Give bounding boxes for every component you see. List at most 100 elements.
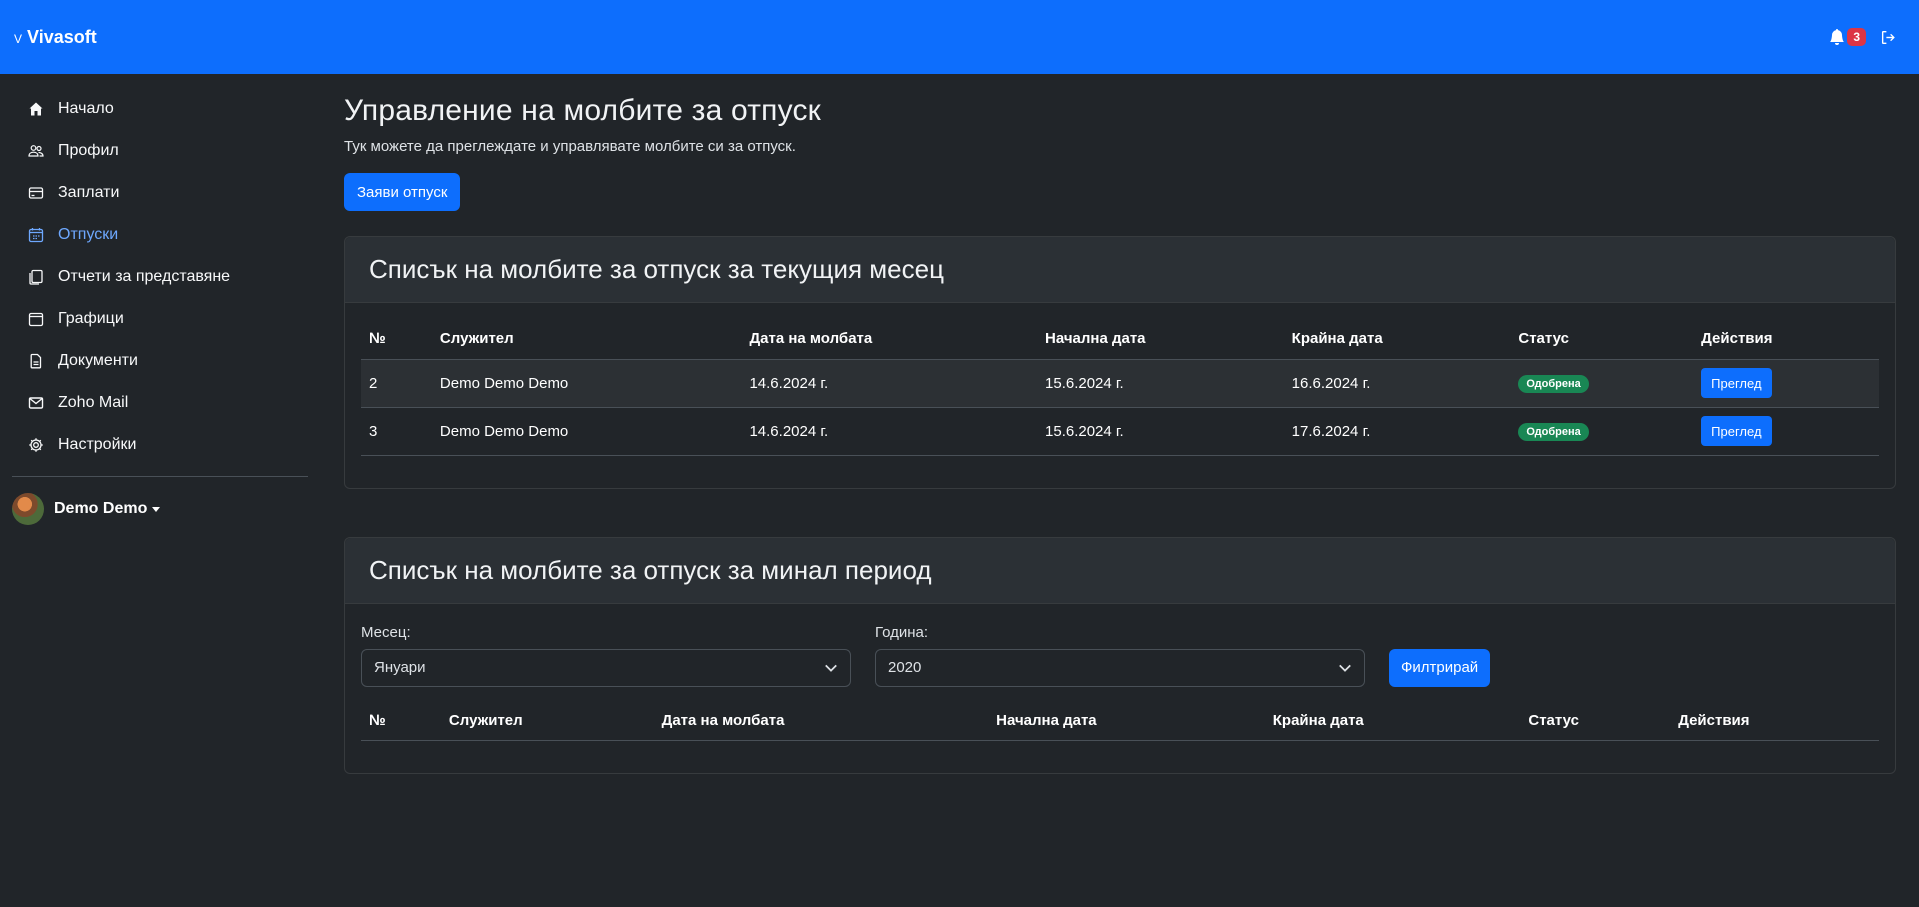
chevron-down-icon xyxy=(1339,664,1351,672)
column-header: Начална дата xyxy=(996,711,1097,729)
people-icon xyxy=(28,145,44,157)
status-badge: Одобрена xyxy=(1518,422,1589,441)
sidebar-item-zoho-mail[interactable]: Zoho Mail xyxy=(12,382,308,424)
sidebar-item-settings[interactable]: Настройки xyxy=(12,424,308,466)
past-period-card-header: Списък на молбите за отпуск за минал пер… xyxy=(345,537,1895,604)
logout-icon xyxy=(1881,30,1895,44)
bell-icon xyxy=(1830,29,1845,45)
current-month-card-title: Списък на молбите за отпуск за текущия м… xyxy=(369,254,944,284)
avatar xyxy=(12,493,44,525)
logout-button[interactable] xyxy=(1880,29,1897,46)
sidebar-divider xyxy=(12,476,308,477)
sidebar-item-profile[interactable]: Профил xyxy=(12,130,308,172)
year-label: Година: xyxy=(875,623,929,641)
copy-icon xyxy=(29,269,43,285)
month-select[interactable]: Януари xyxy=(361,648,851,687)
sidebar-item-documents[interactable]: Документи xyxy=(12,340,308,382)
column-header: Служител xyxy=(448,711,523,729)
sidebar-item-label: Заплати xyxy=(58,184,120,201)
year-select-value: 2020 xyxy=(888,659,922,676)
current-month-card-header: Списък на молбите за отпуск за текущия м… xyxy=(345,237,1895,303)
user-menu-toggle[interactable]: Demo Demo xyxy=(12,491,308,527)
cell-request-date: 14.6.2024 г. xyxy=(749,422,829,440)
filter-row: Месец: Януари Година: 2020 Филтрирай xyxy=(361,624,1879,687)
column-header: Статус xyxy=(1518,330,1569,348)
column-header: Действия xyxy=(1678,711,1750,729)
navbar-actions: 3 xyxy=(1829,28,1905,46)
page-subtitle: Тук можете да преглеждате и управлявате … xyxy=(344,138,796,155)
cell-employee: Demo Demo Demo xyxy=(439,422,569,440)
brand-logo[interactable]: V Vivasoft xyxy=(14,27,97,48)
cell-end-date: 17.6.2024 г. xyxy=(1291,422,1371,440)
sidebar-item-label: Zoho Mail xyxy=(58,394,129,411)
table-row: 3 Demo Demo Demo 14.6.2024 г. 15.6.2024 … xyxy=(361,407,1879,455)
envelope-icon xyxy=(28,397,44,409)
main-content: Управление на молбите за отпуск Тук може… xyxy=(344,74,1896,774)
user-name: Demo Demo xyxy=(54,500,148,517)
sidebar-item-leaves[interactable]: Отпуски xyxy=(12,214,308,256)
cell-number: 3 xyxy=(369,422,378,440)
month-label: Месец: xyxy=(361,623,411,641)
cell-start-date: 15.6.2024 г. xyxy=(1045,422,1124,440)
cell-actions: Преглед xyxy=(1693,359,1879,407)
current-month-table: № Служител Дата на молбата Начална дата … xyxy=(361,319,1879,456)
table-header-row: № Служител Дата на молбата Начална дата … xyxy=(361,701,1879,741)
view-button[interactable]: Преглед xyxy=(1701,416,1772,446)
page-title: Управление на молбите за отпуск xyxy=(344,94,821,127)
column-header: Крайна дата xyxy=(1272,711,1364,729)
gear-icon xyxy=(29,438,43,452)
sidebar-item-label: Начало xyxy=(58,100,114,117)
sidebar-item-label: Профил xyxy=(58,142,119,159)
column-header: № xyxy=(369,711,386,729)
year-select[interactable]: 2020 xyxy=(875,648,1365,687)
filter-button[interactable]: Филтрирай xyxy=(1389,648,1491,687)
sidebar: Начало Профил Заплати Отпуски Отчети за … xyxy=(0,74,320,907)
file-icon xyxy=(30,353,42,369)
cell-number: 2 xyxy=(369,374,378,392)
table-header-row: № Служител Дата на молбата Начална дата … xyxy=(361,319,1879,359)
sidebar-item-label: Документи xyxy=(58,352,138,369)
table-row: 2 Demo Demo Demo 14.6.2024 г. 15.6.2024 … xyxy=(361,359,1879,407)
column-header: Служител xyxy=(439,330,514,348)
brand-name: Vivasoft xyxy=(27,26,97,47)
cell-request-date: 14.6.2024 г. xyxy=(749,374,829,392)
notifications-button[interactable]: 3 xyxy=(1829,28,1866,46)
sidebar-item-label: Настройки xyxy=(58,436,137,453)
sidebar-item-label: Отчети за представяне xyxy=(58,268,231,285)
top-navbar: V Vivasoft 3 xyxy=(0,0,1919,74)
request-leave-button[interactable]: Заяви отпуск xyxy=(344,173,461,211)
current-month-card-body: № Служител Дата на молбата Начална дата … xyxy=(345,303,1895,488)
cell-status: Одобрена xyxy=(1510,359,1693,407)
brand-mark: V xyxy=(14,31,23,46)
sidebar-item-label: Отпуски xyxy=(58,226,119,243)
column-header: Крайна дата xyxy=(1291,330,1383,348)
sidebar-item-home[interactable]: Начало xyxy=(12,88,308,130)
cell-employee: Demo Demo Demo xyxy=(439,374,569,392)
sidebar-item-performance-reports[interactable]: Отчети за представяне xyxy=(12,256,308,298)
cell-start-date: 15.6.2024 г. xyxy=(1045,374,1124,392)
column-header: Статус xyxy=(1528,711,1579,729)
view-button[interactable]: Преглед xyxy=(1701,368,1772,398)
notification-count-badge: 3 xyxy=(1847,28,1866,46)
past-period-card: Списък на молбите за отпуск за минал пер… xyxy=(344,536,1896,774)
cell-status: Одобрена xyxy=(1510,407,1693,455)
current-month-card: Списък на молбите за отпуск за текущия м… xyxy=(344,236,1896,489)
status-badge: Одобрена xyxy=(1518,374,1589,393)
column-header: Дата на молбата xyxy=(749,330,873,348)
column-header: Действия xyxy=(1701,330,1773,348)
cell-actions: Преглед xyxy=(1693,407,1879,455)
past-period-card-title: Списък на молбите за отпуск за минал пер… xyxy=(369,554,932,585)
past-period-card-body: Месец: Януари Година: 2020 Филтрирай № С… xyxy=(345,604,1895,774)
credit-card-icon xyxy=(28,187,44,199)
year-filter: Година: 2020 xyxy=(875,624,1365,687)
column-header: № xyxy=(369,330,386,348)
caret-down-icon xyxy=(152,506,161,512)
month-select-value: Януари xyxy=(374,659,426,676)
chevron-down-icon xyxy=(825,664,837,672)
sidebar-item-label: Графици xyxy=(58,310,124,327)
sidebar-item-schedules[interactable]: Графици xyxy=(12,298,308,340)
sidebar-item-salaries[interactable]: Заплати xyxy=(12,172,308,214)
column-header: Дата на молбата xyxy=(661,711,785,729)
calendar-icon xyxy=(28,228,44,243)
cell-end-date: 16.6.2024 г. xyxy=(1291,374,1371,392)
